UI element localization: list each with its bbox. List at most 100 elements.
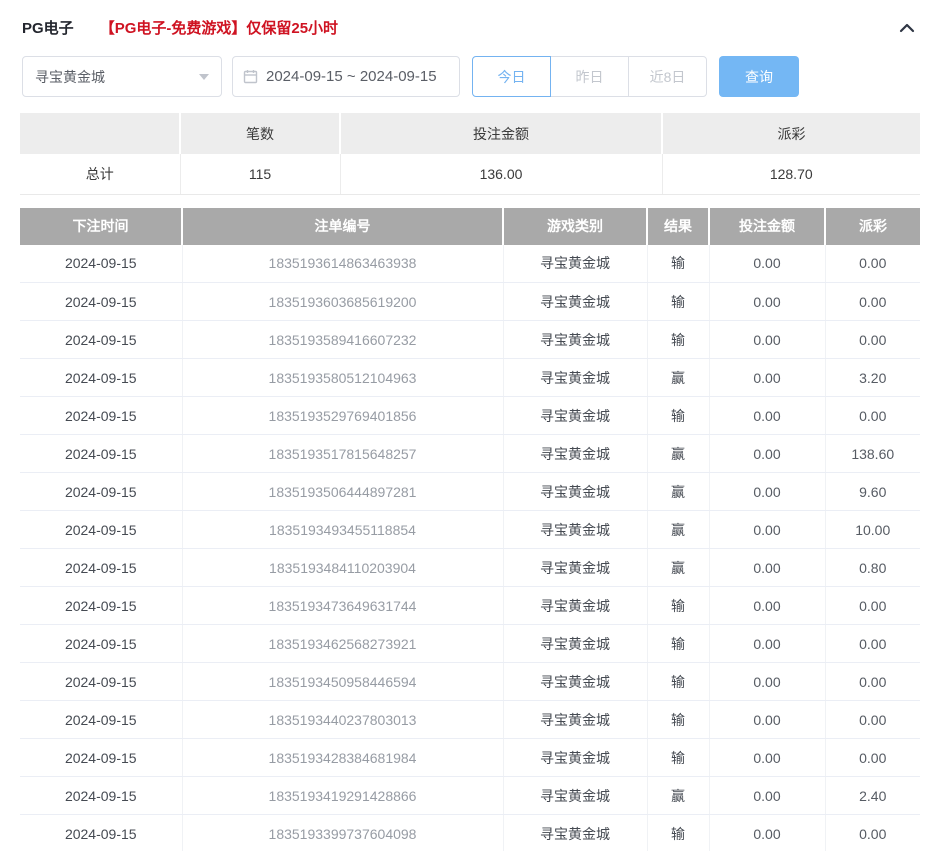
cell-bet-time: 2024-09-15 [20,777,182,815]
col-order-id: 注单编号 [182,208,503,245]
table-row: 2024-09-151835193580512104963寻宝黄金城赢0.003… [20,359,920,397]
yesterday-button[interactable]: 昨日 [550,56,629,97]
cell-bet-time: 2024-09-15 [20,473,182,511]
cell-order-id: 1835193399737604098 [182,815,503,851]
cell-game-type: 寻宝黄金城 [503,283,647,321]
cell-result: 赢 [647,359,709,397]
cell-order-id: 1835193603685619200 [182,283,503,321]
cell-payout: 0.00 [825,815,920,851]
cell-game-type: 寻宝黄金城 [503,663,647,701]
cell-bet-time: 2024-09-15 [20,739,182,777]
col-payout: 派彩 [825,208,920,245]
table-row: 2024-09-151835193440237803013寻宝黄金城输0.000… [20,701,920,739]
cell-order-id: 1835193506444897281 [182,473,503,511]
table-row: 2024-09-151835193493455118854寻宝黄金城赢0.001… [20,511,920,549]
cell-result: 赢 [647,777,709,815]
col-bet-amount: 投注金额 [709,208,825,245]
cell-order-id: 1835193473649631744 [182,587,503,625]
cell-order-id: 1835193580512104963 [182,359,503,397]
cell-payout: 0.00 [825,245,920,283]
search-button[interactable]: 查询 [719,56,799,97]
table-row: 2024-09-151835193450958446594寻宝黄金城输0.000… [20,663,920,701]
summary-col-blank [20,113,180,154]
cell-payout: 0.00 [825,397,920,435]
cell-bet-time: 2024-09-15 [20,511,182,549]
caret-down-icon [199,74,209,80]
cell-game-type: 寻宝黄金城 [503,397,647,435]
col-bet-time: 下注时间 [20,208,182,245]
cell-game-type: 寻宝黄金城 [503,245,647,283]
summary-total-row: 总计 115 136.00 128.70 [20,154,920,194]
cell-bet-time: 2024-09-15 [20,625,182,663]
collapse-button[interactable] [898,21,916,35]
cell-bet-amount: 0.00 [709,359,825,397]
cell-payout: 10.00 [825,511,920,549]
cell-result: 输 [647,397,709,435]
cell-bet-amount: 0.00 [709,473,825,511]
retention-notice: 【PG电子-免费游戏】仅保留25小时 [100,17,338,38]
cell-payout: 0.00 [825,587,920,625]
cell-payout: 2.40 [825,777,920,815]
cell-bet-amount: 0.00 [709,739,825,777]
chevron-up-icon [898,21,916,35]
summary-table: 笔数 投注金额 派彩 总计 115 136.00 128.70 [20,113,920,195]
cell-payout: 0.00 [825,739,920,777]
cell-result: 赢 [647,511,709,549]
table-row: 2024-09-151835193428384681984寻宝黄金城输0.000… [20,739,920,777]
date-range-value: 2024-09-15 ~ 2024-09-15 [266,68,437,85]
cell-game-type: 寻宝黄金城 [503,587,647,625]
cell-order-id: 1835193419291428866 [182,777,503,815]
cell-game-type: 寻宝黄金城 [503,359,647,397]
cell-result: 赢 [647,549,709,587]
cell-game-type: 寻宝黄金城 [503,815,647,851]
cell-bet-time: 2024-09-15 [20,549,182,587]
cell-order-id: 1835193493455118854 [182,511,503,549]
cell-bet-amount: 0.00 [709,663,825,701]
cell-order-id: 1835193450958446594 [182,663,503,701]
cell-bet-time: 2024-09-15 [20,397,182,435]
cell-result: 输 [647,663,709,701]
cell-result: 输 [647,283,709,321]
cell-order-id: 1835193614863463938 [182,245,503,283]
table-row: 2024-09-151835193419291428866寻宝黄金城赢0.002… [20,777,920,815]
cell-result: 输 [647,587,709,625]
cell-result: 输 [647,701,709,739]
cell-bet-amount: 0.00 [709,777,825,815]
cell-game-type: 寻宝黄金城 [503,435,647,473]
cell-bet-time: 2024-09-15 [20,701,182,739]
cell-game-type: 寻宝黄金城 [503,701,647,739]
last8days-button[interactable]: 近8日 [628,56,707,97]
cell-payout: 0.80 [825,549,920,587]
cell-payout: 0.00 [825,625,920,663]
cell-payout: 3.20 [825,359,920,397]
cell-result: 赢 [647,473,709,511]
cell-bet-time: 2024-09-15 [20,321,182,359]
table-row: 2024-09-151835193506444897281寻宝黄金城赢0.009… [20,473,920,511]
panel-header: PG电子 【PG电子-免费游戏】仅保留25小时 [0,0,940,48]
filter-bar: 寻宝黄金城 2024-09-15 ~ 2024-09-15 今日 昨日 近8日 … [0,48,940,111]
cell-bet-amount: 0.00 [709,511,825,549]
cell-bet-time: 2024-09-15 [20,283,182,321]
cell-bet-time: 2024-09-15 [20,359,182,397]
date-range-input[interactable]: 2024-09-15 ~ 2024-09-15 [232,56,460,97]
summary-total-bet-amount: 136.00 [340,154,662,194]
today-button[interactable]: 今日 [472,56,551,97]
quick-date-group: 今日 昨日 近8日 [472,56,707,97]
cell-result: 输 [647,321,709,359]
cell-bet-amount: 0.00 [709,815,825,851]
cell-bet-amount: 0.00 [709,549,825,587]
records-body: 2024-09-151835193614863463938寻宝黄金城输0.000… [20,245,920,851]
table-row: 2024-09-151835193517815648257寻宝黄金城赢0.001… [20,435,920,473]
cell-bet-time: 2024-09-15 [20,663,182,701]
cell-order-id: 1835193484110203904 [182,549,503,587]
cell-game-type: 寻宝黄金城 [503,321,647,359]
cell-order-id: 1835193517815648257 [182,435,503,473]
cell-order-id: 1835193589416607232 [182,321,503,359]
table-row: 2024-09-151835193484110203904寻宝黄金城赢0.000… [20,549,920,587]
game-select[interactable]: 寻宝黄金城 [22,56,222,97]
cell-payout: 0.00 [825,701,920,739]
pg-games-panel: PG电子 【PG电子-免费游戏】仅保留25小时 寻宝黄金城 [0,0,940,851]
cell-result: 输 [647,739,709,777]
table-row: 2024-09-151835193399737604098寻宝黄金城输0.000… [20,815,920,851]
calendar-icon [243,69,266,84]
